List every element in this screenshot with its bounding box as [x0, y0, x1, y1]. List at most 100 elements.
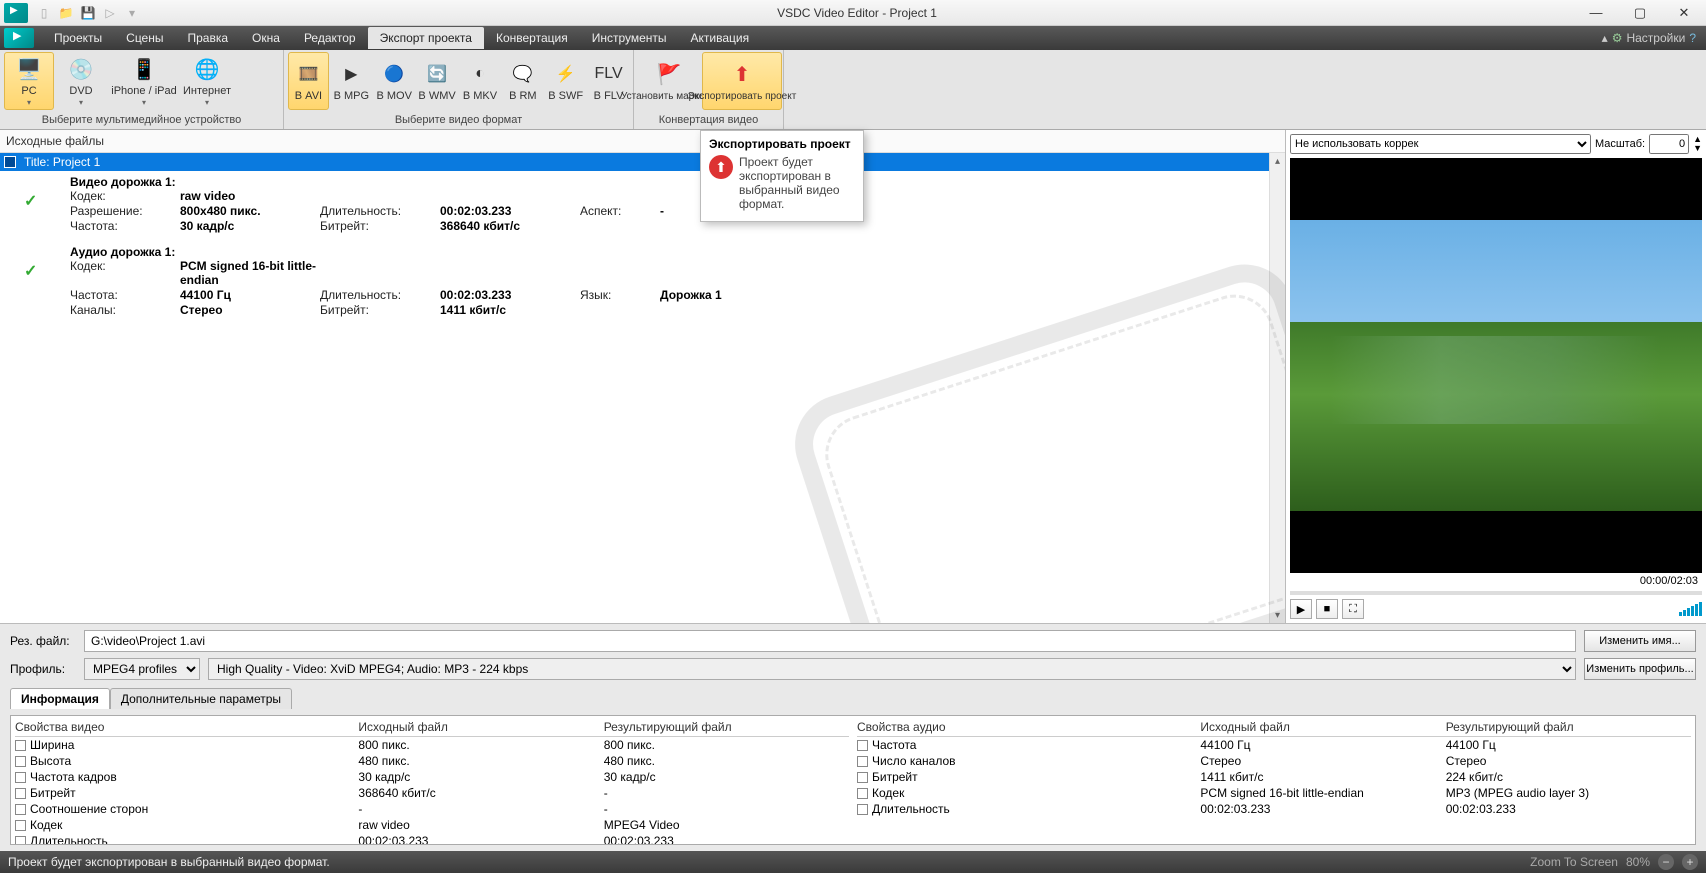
format-button-в-avi[interactable]: 🎞️В AVI [288, 52, 329, 110]
maximize-button[interactable]: ▢ [1618, 0, 1662, 26]
table-row: КодекPCM signed 16-bit little-endianMP3 … [857, 785, 1691, 801]
table-row: Битрейт368640 кбит/с- [15, 785, 849, 801]
format-icon: ▶ [335, 60, 367, 88]
checkbox[interactable] [15, 836, 26, 845]
track-cell: 1411 кбит/с [440, 303, 580, 317]
table-cell: Стерео [1446, 754, 1691, 768]
track-cell: 30 кадр/с [180, 219, 320, 233]
menu-item-3[interactable]: Окна [240, 27, 292, 49]
checkbox[interactable] [857, 756, 868, 767]
zoom-out-button[interactable]: − [1658, 854, 1674, 870]
format-button-в-swf[interactable]: ⚡В SWF [545, 52, 586, 110]
track-cell: Частота: [70, 288, 180, 302]
close-button[interactable]: ✕ [1662, 0, 1706, 26]
checkbox[interactable] [15, 804, 26, 815]
change-profile-button[interactable]: Изменить профиль... [1584, 658, 1696, 680]
collapse-ribbon-icon[interactable]: ▴ [1602, 31, 1608, 45]
table-cell: Соотношение сторон [15, 802, 358, 816]
settings-label[interactable]: Настройки [1626, 31, 1685, 45]
qat-play-icon[interactable]: ▷ [102, 5, 118, 21]
export-icon: ⬆ [709, 155, 733, 179]
scroll-up-icon[interactable]: ▴ [1270, 153, 1285, 169]
result-file-input[interactable] [84, 630, 1576, 652]
device-button-iphone-ipad[interactable]: 📱iPhone / iPad▾ [108, 52, 180, 110]
logo-icon[interactable] [4, 28, 34, 48]
track-cell: PCM signed 16-bit little-endian [180, 259, 320, 287]
export-settings-area: Рез. файл: Изменить имя... Профиль: MPEG… [0, 623, 1706, 851]
export-project-button[interactable]: ⬆ Экспортировать проект [702, 52, 782, 110]
minimize-button[interactable]: — [1574, 0, 1618, 26]
correction-select[interactable]: Не использовать коррек [1290, 134, 1591, 154]
table-cell: Частота [857, 738, 1200, 752]
collapse-icon[interactable] [4, 156, 16, 168]
column-header: Исходный файл [1200, 720, 1445, 734]
fullscreen-button[interactable]: ⛶ [1342, 599, 1364, 619]
device-button-pc[interactable]: 🖥️PC▾ [4, 52, 54, 110]
profile-desc-select[interactable]: High Quality - Video: XviD MPEG4; Audio:… [208, 658, 1576, 680]
volume-indicator[interactable] [1679, 602, 1702, 616]
info-tabs: Информация Дополнительные параметры [10, 688, 1696, 709]
qat-new-icon[interactable]: ▯ [36, 5, 52, 21]
checkbox[interactable] [15, 788, 26, 799]
checkbox[interactable] [15, 756, 26, 767]
profile-group-select[interactable]: MPEG4 profiles [84, 658, 200, 680]
play-button[interactable]: ▶ [1290, 599, 1312, 619]
chevron-down-icon: ▾ [79, 98, 83, 107]
table-cell: Стерео [1200, 754, 1445, 768]
table-cell: - [604, 802, 849, 816]
track-cell: Стерео [180, 303, 320, 317]
track-cell [660, 303, 760, 317]
track-cell [660, 259, 760, 287]
ribbon: 🖥️PC▾💿DVD▾📱iPhone / iPad▾🌐Интернет▾ Выбе… [0, 50, 1706, 130]
track-cell [580, 259, 660, 287]
menu-item-2[interactable]: Правка [176, 27, 241, 49]
menu-item-8[interactable]: Активация [679, 27, 762, 49]
gear-icon[interactable]: ⚙ [1612, 31, 1623, 45]
preview-panel: Не использовать коррек Масштаб: ▲▼ 00:00… [1286, 130, 1706, 623]
format-button-в-mpg[interactable]: ▶В MPG [331, 52, 372, 110]
format-button-в-mkv[interactable]: ◐В MKV [460, 52, 501, 110]
menu-item-1[interactable]: Сцены [114, 27, 175, 49]
format-button-в-mov[interactable]: 🔵В MOV [374, 52, 415, 110]
checkbox[interactable] [15, 820, 26, 831]
change-name-button[interactable]: Изменить имя... [1584, 630, 1696, 652]
result-file-label: Рез. файл: [10, 634, 76, 648]
qat-dropdown-icon[interactable]: ▾ [124, 5, 140, 21]
track-cell: Язык: [580, 288, 660, 302]
zoom-spinner[interactable]: ▲▼ [1693, 135, 1702, 153]
stop-button[interactable]: ■ [1316, 599, 1338, 619]
checkbox[interactable] [857, 740, 868, 751]
table-cell: - [358, 802, 603, 816]
zoom-to-screen-label[interactable]: Zoom To Screen [1530, 855, 1618, 869]
project-title-row[interactable]: Title: Project 1 [0, 153, 1285, 171]
track-cell: Кодек: [70, 189, 180, 203]
video-preview[interactable] [1290, 158, 1702, 573]
zoom-in-button[interactable]: + [1682, 854, 1698, 870]
checkbox[interactable] [857, 788, 868, 799]
format-button-в-rm[interactable]: 🗨️В RM [502, 52, 543, 110]
qat-open-icon[interactable]: 📁 [58, 5, 74, 21]
app-icon [4, 3, 28, 23]
table-row: Битрейт1411 кбит/с224 кбит/с [857, 769, 1691, 785]
tab-information[interactable]: Информация [10, 688, 110, 709]
format-button-в-wmv[interactable]: 🔄В WMV [417, 52, 458, 110]
preview-seekbar[interactable] [1290, 591, 1702, 595]
device-button-dvd[interactable]: 💿DVD▾ [56, 52, 106, 110]
track-cell: 368640 кбит/с [440, 219, 580, 233]
qat-save-icon[interactable]: 💾 [80, 5, 96, 21]
track-cell [440, 259, 580, 287]
checkbox[interactable] [15, 772, 26, 783]
checkbox[interactable] [15, 740, 26, 751]
help-icon[interactable]: ? [1689, 31, 1696, 45]
menu-item-6[interactable]: Конвертация [484, 27, 580, 49]
menu-item-5[interactable]: Экспорт проекта [368, 27, 484, 49]
menu-item-4[interactable]: Редактор [292, 27, 368, 49]
flag-icon: 🚩 [653, 61, 685, 89]
device-button--[interactable]: 🌐Интернет▾ [182, 52, 232, 110]
menu-item-7[interactable]: Инструменты [580, 27, 679, 49]
tab-additional-params[interactable]: Дополнительные параметры [110, 688, 292, 709]
checkbox[interactable] [857, 772, 868, 783]
zoom-input[interactable] [1649, 134, 1689, 154]
menu-item-0[interactable]: Проекты [42, 27, 114, 49]
checkbox[interactable] [857, 804, 868, 815]
